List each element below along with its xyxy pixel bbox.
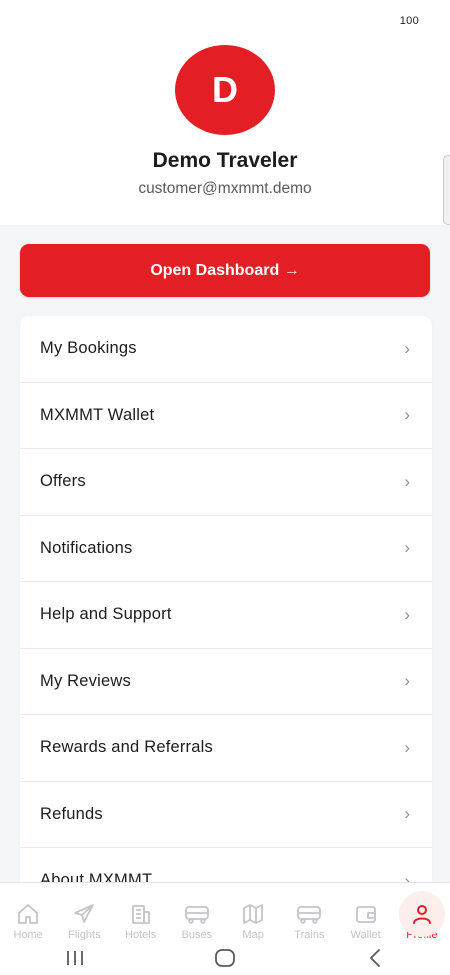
chevron-right-icon: › [404, 471, 410, 491]
nav-item-home[interactable]: Home [0, 883, 56, 941]
menu-item-label: Rewards and Referrals [40, 738, 213, 757]
user-icon [409, 901, 435, 927]
nav-item-wallet[interactable]: Wallet [338, 883, 394, 941]
chevron-right-icon: › [404, 671, 410, 691]
menu-item-notifications[interactable]: Notifications › [20, 516, 432, 582]
nav-item-flights[interactable]: Flights [56, 883, 112, 941]
profile-header: D Demo Traveler customer@mxmmt.demo [0, 40, 450, 225]
menu-item-rewards-referrals[interactable]: Rewards and Referrals › [20, 715, 432, 782]
nav-item-hotels[interactable]: Hotels [113, 883, 169, 941]
menu-item-wallet[interactable]: MXMMT Wallet › [20, 383, 432, 449]
menu-item-my-reviews[interactable]: My Reviews › [20, 649, 432, 715]
train-icon [296, 901, 322, 927]
chevron-right-icon: › [404, 338, 410, 358]
menu-item-label: Help and Support [40, 605, 172, 624]
menu-item-label: MXMMT Wallet [40, 405, 155, 424]
avatar[interactable]: D [175, 45, 275, 135]
building-icon [128, 901, 154, 927]
nav-item-trains[interactable]: Trains [281, 883, 337, 941]
home-button-icon[interactable] [195, 943, 255, 973]
profile-screen: 100 D Demo Traveler customer@mxmmt.demo … [0, 0, 450, 975]
back-icon[interactable] [345, 943, 405, 973]
scroll-handle[interactable] [443, 155, 450, 225]
menu-item-label: My Bookings [40, 339, 137, 358]
system-nav-bar [0, 940, 450, 975]
menu-item-label: Notifications [40, 538, 133, 557]
bus-icon [184, 901, 210, 927]
wallet-icon [353, 901, 379, 927]
nav-item-buses[interactable]: Buses [169, 883, 225, 941]
bottom-nav: Home Flights Hotels Buses Map Trains Wal… [0, 882, 450, 941]
status-bar: 100 [0, 0, 450, 40]
recent-apps-icon[interactable] [45, 943, 105, 973]
open-dashboard-button[interactable]: Open Dashboard → [20, 244, 430, 297]
menu-item-help-support[interactable]: Help and Support › [20, 582, 432, 649]
menu-item-offers[interactable]: Offers › [20, 449, 432, 516]
menu-item-my-bookings[interactable]: My Bookings › [20, 316, 432, 383]
menu-list: My Bookings › MXMMT Wallet › Offers › No… [20, 316, 432, 916]
home-icon [15, 901, 41, 927]
chevron-right-icon: › [404, 804, 410, 824]
chevron-right-icon: › [404, 405, 410, 425]
plane-icon [71, 901, 97, 927]
menu-item-refunds[interactable]: Refunds › [20, 782, 432, 848]
avatar-initial: D [212, 69, 238, 110]
battery-level: 100 [399, 15, 419, 27]
chevron-right-icon: › [404, 604, 410, 624]
menu-item-label: Offers [40, 472, 86, 491]
map-icon [240, 901, 266, 927]
chevron-right-icon: › [404, 538, 410, 558]
profile-email: customer@mxmmt.demo [138, 180, 312, 197]
chevron-right-icon: › [404, 737, 410, 757]
nav-item-profile[interactable]: Profile [394, 883, 450, 941]
profile-name: Demo Traveler [152, 149, 298, 172]
nav-item-map[interactable]: Map [225, 883, 281, 941]
menu-item-label: My Reviews [40, 671, 131, 690]
menu-item-label: Refunds [40, 804, 103, 823]
